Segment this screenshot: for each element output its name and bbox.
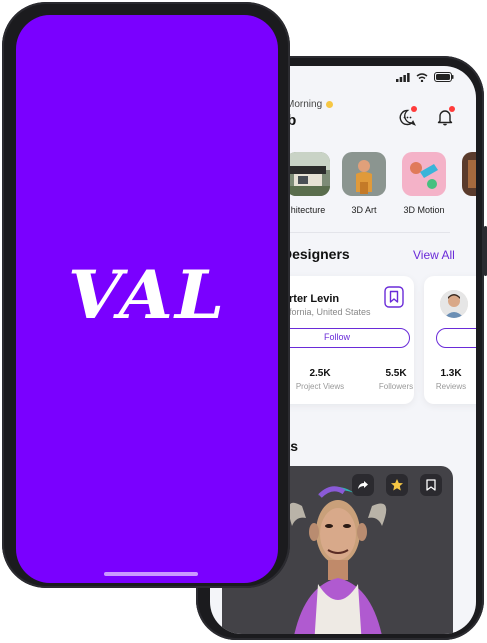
3d-motion-thumbnail [402, 152, 446, 196]
designer-location: fornia, United States [289, 307, 371, 317]
3d-art-thumbnail [342, 152, 386, 196]
architecture-thumbnail [286, 152, 330, 196]
share-icon [358, 481, 368, 489]
stat-label: Followers [378, 382, 414, 391]
status-bar [396, 72, 454, 82]
notification-badge [449, 106, 455, 112]
category-3d-art[interactable]: 3D Art [342, 152, 386, 215]
wifi-icon [416, 72, 428, 82]
follow-button[interactable] [436, 328, 476, 348]
stat-value: 2.5K [309, 368, 331, 379]
sun-icon [326, 100, 334, 108]
section-divider [280, 232, 450, 233]
signal-icon [396, 72, 410, 82]
splash-screen: VAL [16, 15, 278, 583]
chat-button[interactable] [394, 104, 420, 130]
avatar [440, 290, 468, 318]
stat-value: 5.5K [385, 368, 407, 379]
stat-label: Reviews [435, 382, 467, 391]
favorite-button[interactable] [386, 474, 408, 496]
view-all-link[interactable]: View All [413, 248, 455, 262]
category-label: Pho [442, 205, 477, 215]
bookmark-icon [426, 479, 436, 491]
showcase-stage: Morning ob [0, 0, 487, 643]
share-button[interactable] [352, 474, 374, 496]
stat-value: 1.3K [440, 368, 462, 379]
designer-card[interactable]: 1.3K Reviews [424, 276, 476, 404]
chat-badge [411, 106, 417, 112]
photography-thumbnail [462, 152, 476, 196]
bookmark-button[interactable] [384, 286, 404, 308]
bookmark-icon [384, 286, 404, 308]
designer-name: rter Levin [289, 293, 340, 305]
stat-label: Project Views [295, 382, 345, 391]
notification-button[interactable] [432, 104, 458, 130]
home-indicator[interactable] [104, 572, 198, 576]
battery-icon [434, 72, 454, 82]
category-photography[interactable]: Pho [462, 152, 476, 215]
save-button[interactable] [420, 474, 442, 496]
star-icon [391, 479, 403, 491]
category-3d-motion[interactable]: 3D Motion [402, 152, 446, 215]
app-logo: VAL [67, 255, 227, 334]
greeting-text: Morning [286, 99, 334, 110]
designers-title: Designers [282, 246, 350, 262]
